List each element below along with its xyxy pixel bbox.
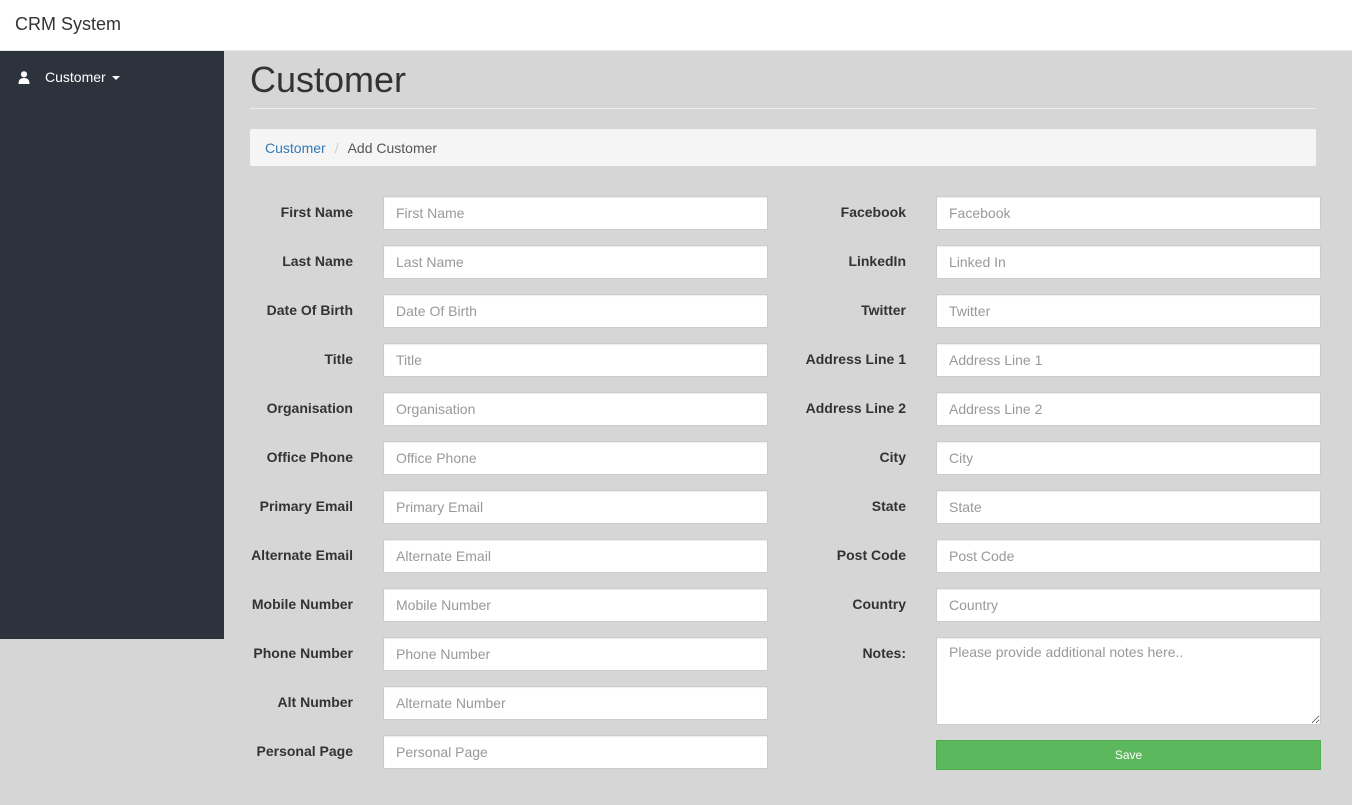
last-name-input[interactable] [383,245,768,279]
primary-email-input[interactable] [383,490,768,524]
personal-page-input[interactable] [383,735,768,769]
last-name-label: Last Name [282,253,353,269]
country-label: Country [852,596,906,612]
city-input[interactable] [936,441,1321,475]
save-button[interactable]: Save [936,740,1321,770]
organisation-label: Organisation [266,400,353,416]
first-name-input[interactable] [383,196,768,230]
caret-down-icon [111,76,120,80]
state-label: State [871,498,906,514]
organisation-input[interactable] [383,392,768,426]
top-navbar: CRM System [0,0,1352,51]
breadcrumb: Customer / Add Customer [250,129,1316,166]
post-code-label: Post Code [836,547,906,563]
city-label: City [879,449,906,465]
title-input[interactable] [383,343,768,377]
address-line-2-input[interactable] [936,392,1321,426]
first-name-label: First Name [280,204,353,220]
state-input[interactable] [936,490,1321,524]
office-phone-input[interactable] [383,441,768,475]
address-line-1-input[interactable] [936,343,1321,377]
sidebar-item-customer[interactable]: Customer [18,67,120,87]
date-of-birth-label: Date Of Birth [266,302,353,318]
twitter-input[interactable] [936,294,1321,328]
country-input[interactable] [936,588,1321,622]
title-divider [250,108,1316,109]
notes-label: Notes: [862,645,906,661]
phone-number-label: Phone Number [253,645,353,661]
alternate-email-label: Alternate Email [251,547,353,563]
personal-page-label: Personal Page [256,743,354,759]
mobile-number-input[interactable] [383,588,768,622]
breadcrumb-current: Add Customer [347,139,438,156]
facebook-label: Facebook [840,204,906,220]
alt-number-label: Alt Number [277,694,353,710]
sidebar: Customer [0,51,224,639]
date-of-birth-input[interactable] [383,294,768,328]
post-code-input[interactable] [936,539,1321,573]
office-phone-label: Office Phone [266,449,353,465]
linkedin-label: LinkedIn [848,253,906,269]
alternate-email-input[interactable] [383,539,768,573]
facebook-input[interactable] [936,196,1321,230]
phone-number-input[interactable] [383,637,768,671]
twitter-label: Twitter [861,302,906,318]
title-label: Title [324,351,353,367]
breadcrumb-link-customer[interactable]: Customer [265,140,326,156]
address-line-2-label: Address Line 2 [805,400,906,416]
mobile-number-label: Mobile Number [251,596,353,612]
user-icon [18,70,30,84]
address-line-1-label: Address Line 1 [805,351,906,367]
sidebar-item-label: Customer [45,69,106,85]
alt-number-input[interactable] [383,686,768,720]
notes-textarea[interactable] [936,637,1321,725]
primary-email-label: Primary Email [259,498,353,514]
breadcrumb-separator: / [334,139,339,156]
linkedin-input[interactable] [936,245,1321,279]
page-title: Customer [250,59,407,100]
brand-title[interactable]: CRM System [15,14,121,35]
